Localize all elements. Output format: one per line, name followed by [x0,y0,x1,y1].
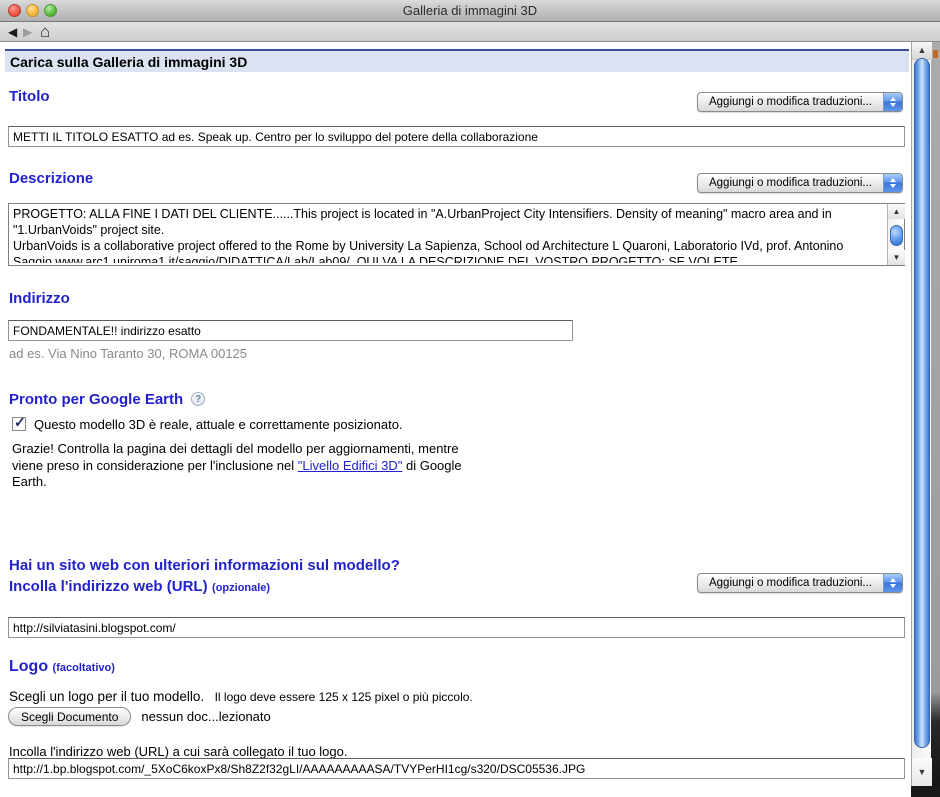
translations-popup-website[interactable]: Aggiungi o modifica traduzioni... [697,573,903,593]
logo-optional-label: (facoltativo) [53,662,115,674]
logo-url-input[interactable] [8,758,905,779]
translations-popup-label: Aggiungi o modifica traduzioni... [698,577,883,589]
indirizzo-input[interactable] [8,320,573,341]
choose-file-button[interactable]: Scegli Documento [8,707,131,726]
logo-file-row: Scegli Documento nessun doc...lezionato [8,707,271,726]
titolo-heading: Titolo [9,88,50,105]
website-heading-line2: Incolla l'indirizzo web (URL) [9,578,208,595]
google-earth-heading-row: Pronto per Google Earth? [9,391,205,409]
desktop-edge [931,42,940,797]
logo-size-note: Il logo deve essere 125 x 125 pixel o pi… [215,690,473,704]
help-icon[interactable]: ? [191,392,205,406]
window-corner [911,786,940,797]
translations-popup-descrizione[interactable]: Aggiungi o modifica traduzioni... [697,173,903,193]
website-url-input[interactable] [8,617,905,638]
titolo-input[interactable] [8,126,905,147]
google-earth-heading: Pronto per Google Earth [9,391,183,408]
logo-instruction: Scegli un logo per il tuo modello. [9,689,204,704]
home-icon[interactable]: ⌂ [40,22,50,42]
arrow-down-icon: ▼ [918,768,927,777]
scroll-down-button[interactable]: ▼ [912,758,932,786]
textarea-scroll-down-button[interactable]: ▼ [888,250,905,265]
logo-heading-row: Logo (facoltativo) [9,658,115,676]
google-earth-note: Grazie! Controlla la pagina dei dettagli… [12,441,480,491]
google-earth-checkbox[interactable]: ✓ [12,417,26,431]
google-earth-checkbox-label: Questo modello 3D è reale, attuale e cor… [34,417,403,432]
website-optional-label: (opzionale) [212,582,270,594]
website-heading-line2-row: Incolla l'indirizzo web (URL) (opzionale… [9,578,270,596]
arrow-up-icon: ▲ [918,46,927,55]
popup-stepper-icon [883,174,902,192]
textarea-scrollbar[interactable]: ▲ ▼ [887,204,904,265]
logo-heading: Logo [9,658,48,675]
window-title: Galleria di immagini 3D [0,0,940,21]
check-icon: ✓ [14,414,26,431]
forward-icon: ▶ [23,22,32,42]
zoom-button[interactable] [44,4,57,17]
textarea-scrollbar-thumb[interactable] [890,225,903,246]
close-button[interactable] [8,4,21,17]
popup-stepper-icon [883,93,902,111]
arrow-up-icon: ▲ [893,208,901,216]
textarea-scroll-up-button[interactable]: ▲ [888,204,905,219]
translations-popup-label: Aggiungi o modifica traduzioni... [698,96,883,108]
scrollbar-thumb[interactable] [914,58,930,748]
page-title: Carica sulla Galleria di immagini 3D [5,51,909,70]
browser-window: Galleria di immagini 3D ◀ ▶ ⌂ ▲ ▼ Carica… [0,0,940,797]
website-heading-line1: Hai un sito web con ulteriori informazio… [9,557,400,574]
translations-popup-label: Aggiungi o modifica traduzioni... [698,177,883,189]
descrizione-textarea[interactable]: PROGETTO: ALLA FINE I DATI DEL CLIENTE..… [8,203,905,266]
page-scrollbar[interactable]: ▲ ▼ [911,42,931,786]
browser-toolbar: ◀ ▶ ⌂ [0,22,940,42]
livello-edifici-3d-link[interactable]: "Livello Edifici 3D" [298,458,403,473]
logo-url-label: Incolla l'indirizzo web (URL) a cui sarà… [9,744,347,759]
google-earth-checkbox-row: ✓ Questo modello 3D è reale, attuale e c… [12,417,403,432]
indirizzo-hint: ad es. Via Nino Taranto 30, ROMA 00125 [9,346,247,361]
back-icon[interactable]: ◀ [8,22,17,42]
logo-instruction-row: Scegli un logo per il tuo modello. Il lo… [9,688,473,706]
popup-stepper-icon [883,574,902,592]
arrow-down-icon: ▼ [893,254,901,262]
translations-popup-titolo[interactable]: Aggiungi o modifica traduzioni... [697,92,903,112]
desktop-icon-fragment [933,50,938,58]
file-status-text: nessun doc...lezionato [141,709,270,724]
page-header-band: Carica sulla Galleria di immagini 3D [5,49,909,72]
minimize-button[interactable] [26,4,39,17]
descrizione-heading: Descrizione [9,170,93,187]
descrizione-text: PROGETTO: ALLA FINE I DATI DEL CLIENTE..… [13,206,882,263]
indirizzo-heading: Indirizzo [9,290,70,307]
titlebar: Galleria di immagini 3D [0,0,940,22]
